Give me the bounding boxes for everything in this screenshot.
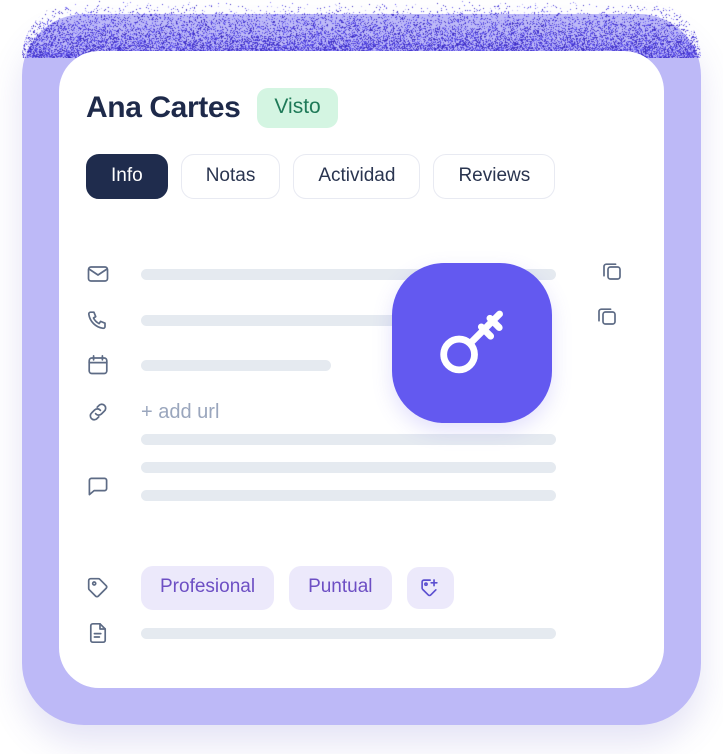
tab-info[interactable]: Info (86, 154, 168, 199)
tab-actividad[interactable]: Actividad (293, 154, 420, 199)
copy-phone-button[interactable] (595, 304, 619, 333)
placeholder-bar (141, 434, 556, 445)
placeholder-bar (141, 628, 556, 639)
document-row (86, 621, 596, 645)
tag-profesional[interactable]: Profesional (141, 566, 274, 610)
placeholder-bar (141, 490, 556, 501)
status-badge: Visto (257, 88, 337, 128)
card-header: Ana Cartes Visto (86, 88, 338, 128)
key-badge-overlay[interactable] (392, 263, 552, 423)
document-icon (86, 621, 120, 645)
notes-row (86, 434, 596, 501)
card-frame: Ana Cartes Visto Info Notas Actividad Re… (22, 14, 701, 725)
add-tag-button[interactable] (407, 567, 454, 609)
placeholder-bar (141, 462, 556, 473)
envelope-icon (86, 262, 120, 286)
page-title: Ana Cartes (86, 91, 240, 125)
tab-reviews[interactable]: Reviews (433, 154, 555, 199)
copy-icon (595, 304, 619, 328)
phone-icon (86, 308, 120, 332)
add-url-button[interactable]: + add url (141, 401, 219, 424)
tag-icon (86, 576, 120, 600)
add-tag-icon (419, 577, 441, 599)
document-placeholder-bars (141, 628, 596, 639)
tags-row: Profesional Puntual (86, 566, 596, 610)
chat-bubble-icon (86, 475, 120, 499)
tab-notas[interactable]: Notas (181, 154, 281, 199)
copy-icon (600, 259, 624, 283)
key-icon (429, 300, 515, 386)
copy-email-button[interactable] (600, 259, 624, 288)
placeholder-bar (141, 360, 331, 371)
notes-placeholder-bars (141, 434, 596, 501)
calendar-icon (86, 353, 120, 377)
tab-bar: Info Notas Actividad Reviews (86, 154, 555, 199)
tag-puntual[interactable]: Puntual (289, 566, 391, 610)
link-icon (86, 400, 120, 424)
tag-list: Profesional Puntual (141, 566, 454, 610)
